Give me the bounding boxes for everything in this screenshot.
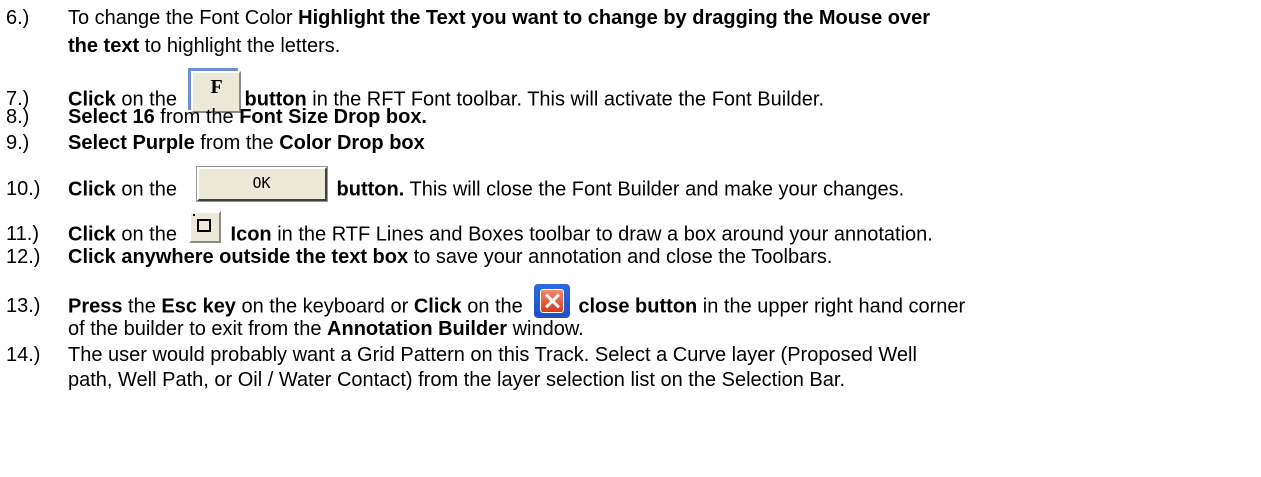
step-text: on the	[461, 295, 529, 318]
step-number: 8.)	[6, 106, 30, 128]
step-text: to highlight the letters.	[139, 35, 341, 57]
step-bold: Click anywhere outside the text box	[68, 246, 409, 268]
step-text: on the	[115, 178, 183, 201]
step-number: 9.)	[6, 132, 30, 154]
step-12: 12.) Click anywhere outside the text box …	[6, 245, 832, 269]
step-text: in the RTF Lines and Boxes toolbar to dr…	[271, 223, 933, 246]
step-14-continued: path, Well Path, or Oil / Water Contact)…	[68, 368, 845, 392]
font-f-label: F	[210, 76, 223, 98]
step-bold: Click	[68, 223, 116, 246]
step-bold: button.	[336, 178, 405, 201]
close-icon	[534, 284, 571, 318]
step-bold: Esc key	[161, 295, 236, 318]
step-number: 11.)	[6, 223, 39, 246]
step-number: 14.)	[6, 344, 41, 366]
step-bold: Click	[413, 295, 462, 318]
step-bold: Click	[68, 178, 116, 201]
step-10: 10.) Click on the OK button. This will clo…	[6, 166, 905, 207]
ok-label: OK	[252, 174, 271, 192]
step-bold: Select Purple	[68, 132, 195, 154]
step-number: 13.)	[6, 295, 41, 318]
step-bold: Highlight the Text you want to change by…	[298, 7, 931, 29]
step-text: of the builder to exit from the	[68, 318, 328, 340]
step-9: 9.) Select Purple from the Color Drop box	[6, 131, 425, 155]
step-bold: Press	[68, 295, 123, 318]
step-text: in the upper right hand corner	[697, 295, 966, 318]
step-number: 6.)	[6, 7, 30, 29]
step-text: path, Well Path, or Oil / Water Contact)…	[68, 369, 846, 391]
step-bold: Font Size Drop box.	[239, 106, 427, 128]
step-6: 6.) To change the Font Color Highlight th…	[6, 6, 930, 30]
step-text: window.	[507, 318, 584, 340]
ok-button-icon: OK	[195, 166, 328, 202]
step-13-continued: of the builder to exit from the Annotati…	[68, 317, 584, 341]
box-icon	[188, 211, 221, 243]
step-bold: Annotation Builder	[327, 318, 508, 340]
step-text: to save your annotation and close the To…	[408, 246, 833, 268]
step-text: on the	[115, 223, 183, 246]
step-bold: close button	[578, 295, 698, 318]
step-bold: Icon	[230, 223, 272, 246]
step-number: 12.)	[6, 246, 41, 268]
step-bold: Color Drop box	[279, 132, 425, 154]
step-text: from the	[154, 106, 240, 128]
step-number: 10.)	[6, 178, 41, 201]
step-text: This will close the Font Builder and mak…	[404, 178, 905, 201]
step-bold: Select 16	[68, 106, 155, 128]
step-bold: the text	[68, 35, 140, 57]
step-14: 14.) The user would probably want a Grid …	[6, 343, 917, 367]
step-text: on the keyboard or	[235, 295, 414, 318]
step-text: the	[122, 295, 162, 318]
step-8: 8.) Select 16 from the Font Size Drop box…	[6, 105, 427, 129]
step-text: from the	[194, 132, 280, 154]
step-6-continued: the text to highlight the letters.	[68, 34, 340, 58]
step-text: The user would probably want a Grid Patt…	[68, 344, 917, 366]
step-text: To change the Font Color	[68, 7, 299, 29]
